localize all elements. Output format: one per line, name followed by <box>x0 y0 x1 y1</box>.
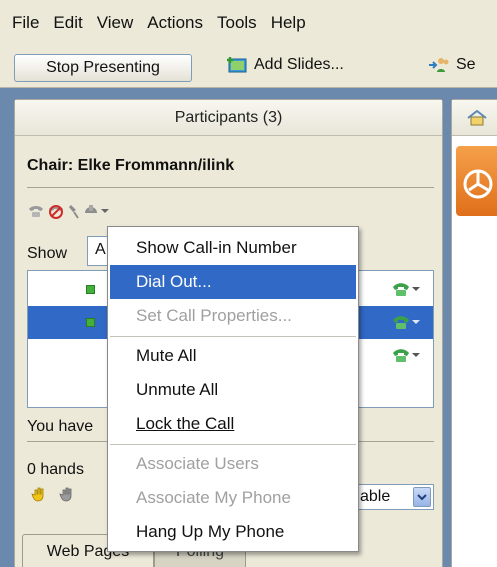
menu-item-mute-all[interactable]: Mute All <box>110 339 356 373</box>
availability-value: able <box>360 488 391 505</box>
raise-hand-icon[interactable] <box>31 486 47 502</box>
hand-icons-row <box>31 486 75 502</box>
chair-label: Chair: Elke Frommann/ilink <box>27 157 235 174</box>
set-button[interactable]: Se <box>428 56 476 74</box>
mute-phone-icon[interactable] <box>47 203 65 219</box>
hands-count: 0 hands <box>27 461 84 478</box>
participant-actions-row <box>27 203 109 219</box>
chevron-down-icon <box>412 353 420 357</box>
menu-bar: File Edit View Actions Tools Help <box>0 0 497 46</box>
users-icon <box>429 58 449 72</box>
phone-icon <box>393 283 409 296</box>
toolbar: Stop Presenting Add Slides... Se <box>0 46 497 88</box>
menu-view[interactable]: View <box>91 13 142 33</box>
menu-file[interactable]: File <box>6 13 47 33</box>
menu-item-associate-my-phone: Associate My Phone <box>136 488 291 507</box>
menu-separator <box>110 444 356 445</box>
menu-item-show-call-in-number[interactable]: Show Call-in Number <box>110 231 356 265</box>
add-slides-label: Add Slides... <box>254 56 344 73</box>
phone-icon[interactable] <box>27 203 45 219</box>
set-label: Se <box>456 56 476 73</box>
phone-menu[interactable] <box>391 280 421 298</box>
add-slides-icon <box>227 57 247 73</box>
participants-title: Participants (3) <box>15 100 442 136</box>
menu-help[interactable]: Help <box>265 13 314 33</box>
phone-menu[interactable] <box>391 313 421 331</box>
menu-item-set-call-properties: Set Call Properties... <box>136 306 292 325</box>
phone-menu[interactable] <box>391 346 421 364</box>
participant-actions-menu: Show Call-in Number Dial Out... Set Call… <box>107 226 359 552</box>
menu-actions[interactable]: Actions <box>141 13 211 33</box>
home-icon[interactable] <box>466 110 488 126</box>
phone-icon <box>393 349 409 362</box>
lower-hand-icon[interactable] <box>59 486 75 502</box>
chevron-down-icon[interactable] <box>101 208 109 214</box>
menu-item-lock-the-call[interactable]: Lock the Call <box>110 407 356 441</box>
menu-edit[interactable]: Edit <box>47 13 90 33</box>
menu-tools[interactable]: Tools <box>211 13 265 33</box>
phone-icon <box>393 316 409 329</box>
menu-item-hang-up-my-phone[interactable]: Hang Up My Phone <box>110 515 356 549</box>
menu-separator <box>110 336 356 337</box>
audio-options-icon[interactable] <box>83 203 99 219</box>
add-slides-button[interactable]: Add Slides... <box>226 56 344 74</box>
menu-item-associate-users: Associate Users <box>136 454 259 473</box>
microphone-icon[interactable] <box>67 203 81 219</box>
menu-item-unmute-all[interactable]: Unmute All <box>110 373 356 407</box>
presentation-icon <box>463 169 493 199</box>
show-label: Show <box>27 245 68 262</box>
content-panel-header <box>452 100 497 136</box>
content-panel <box>451 99 497 567</box>
chevron-down-icon <box>412 320 420 324</box>
availability-select[interactable]: able <box>349 484 434 510</box>
status-dot <box>86 318 95 327</box>
menu-item-lock-the-call-label: Lock the Call <box>136 414 235 433</box>
stop-presenting-button[interactable]: Stop Presenting <box>14 54 192 82</box>
menu-item-dial-out[interactable]: Dial Out... <box>110 265 356 299</box>
slide-thumbnail[interactable] <box>456 146 497 216</box>
chevron-down-icon <box>413 487 431 507</box>
divider <box>27 187 434 188</box>
chevron-down-icon <box>412 287 420 291</box>
status-dot <box>86 285 95 294</box>
you-have-label: You have <box>27 418 94 435</box>
